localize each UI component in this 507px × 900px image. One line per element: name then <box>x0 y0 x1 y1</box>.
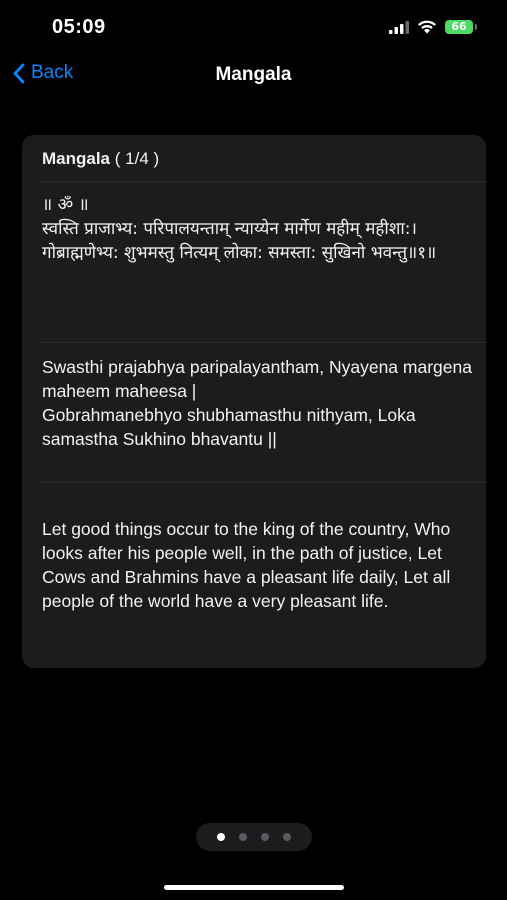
home-indicator[interactable] <box>164 885 344 890</box>
page-dot-1[interactable] <box>217 833 225 841</box>
prayer-card: Mangala ( 1/4 ) ॥ ॐ ॥ स्वस्ति प्राजाभ्य:… <box>22 135 486 668</box>
page-control[interactable] <box>196 823 312 851</box>
navigation-bar: Back Mangala <box>0 56 507 96</box>
divider <box>42 482 486 483</box>
card-title: Mangala <box>42 149 111 168</box>
card-header: Mangala ( 1/4 ) <box>42 149 159 169</box>
nav-title: Mangala <box>215 64 292 85</box>
battery-icon: 66 <box>445 20 477 34</box>
status-icons: 66 <box>389 20 477 34</box>
divider <box>42 342 486 343</box>
page-dot-3[interactable] <box>261 833 269 841</box>
status-bar: 05:09 66 <box>0 0 507 56</box>
card-page-indicator: ( 1/4 ) <box>114 149 160 168</box>
transliteration-text: Swasthi prajabhya paripalayantham, Nyaye… <box>42 357 472 449</box>
page-dot-2[interactable] <box>239 833 247 841</box>
translation-text: Let good things occur to the king of the… <box>42 519 451 611</box>
sanskrit-text: ॥ ॐ ॥ स्वस्ति प्राजाभ्य: परिपालयन्ताम् न… <box>42 195 437 263</box>
page-dot-4[interactable] <box>283 833 291 841</box>
status-time: 05:09 <box>52 16 106 38</box>
divider <box>42 181 486 182</box>
signal-icon <box>389 20 409 34</box>
wifi-icon <box>418 20 436 34</box>
